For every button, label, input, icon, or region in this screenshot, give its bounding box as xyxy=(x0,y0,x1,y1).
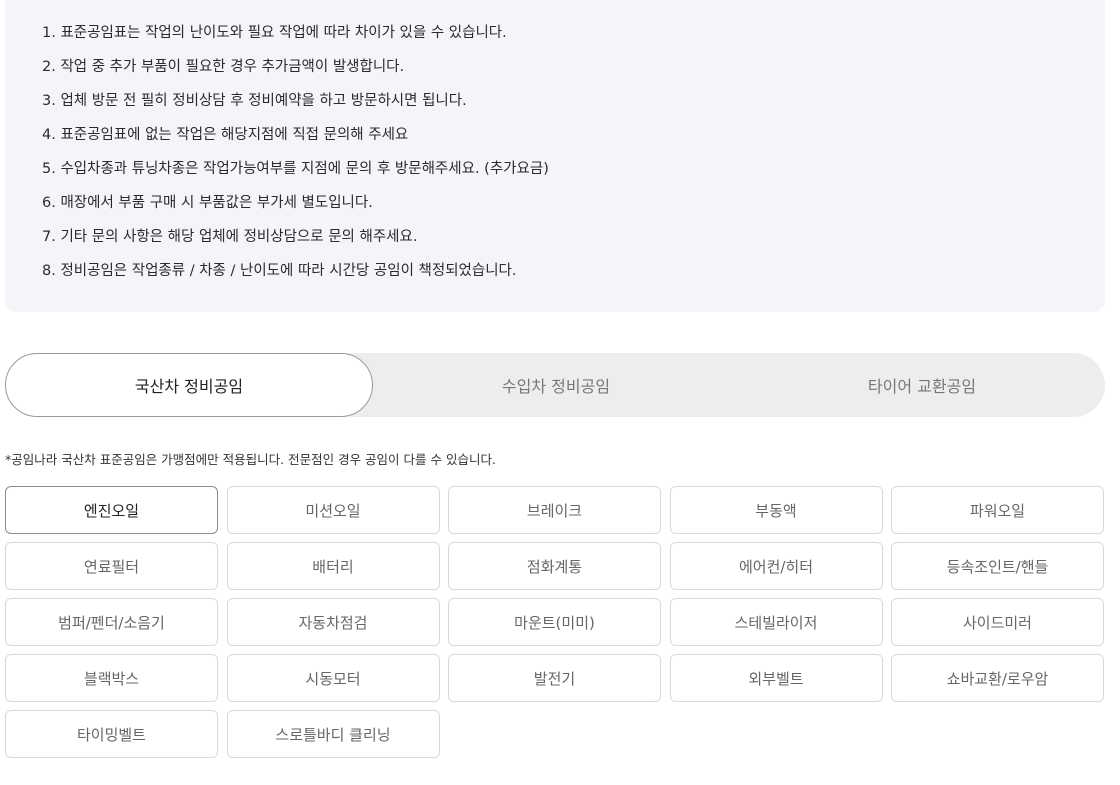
notice-item: 3. 업체 방문 전 필히 정비상담 후 정비예약을 하고 방문하시면 됩니다. xyxy=(42,93,467,109)
category-power-oil[interactable]: 파워오일 xyxy=(891,486,1104,534)
footnote: *공임나라 국산차 표준공임은 가맹점에만 적용됩니다. 전문점인 경우 공임이… xyxy=(5,452,496,467)
category-throttle-body-cleaning[interactable]: 스로틀바디 클리닝 xyxy=(226,710,440,758)
category-stabilizer[interactable]: 스테빌라이저 xyxy=(669,598,883,646)
category-alternator[interactable]: 발전기 xyxy=(448,654,661,702)
category-cv-joint-steering[interactable]: 등속조인트/핸들 xyxy=(891,542,1104,590)
category-aircon-heater[interactable]: 에어컨/히터 xyxy=(669,542,883,590)
category-side-mirror[interactable]: 사이드미러 xyxy=(891,598,1104,646)
notice-item: 1. 표준공임표는 작업의 난이도와 필요 작업에 따라 차이가 있을 수 있습… xyxy=(42,25,507,41)
category-fuel-filter[interactable]: 연료필터 xyxy=(5,542,218,590)
notice-item: 2. 작업 중 추가 부품이 필요한 경우 추가금액이 발생합니다. xyxy=(42,59,405,75)
category-blackbox[interactable]: 블랙박스 xyxy=(5,654,218,702)
category-starter-motor[interactable]: 시동모터 xyxy=(226,654,440,702)
notice-item: 4. 표준공임표에 없는 작업은 해당지점에 직접 문의해 주세요 xyxy=(42,127,409,143)
category-ignition[interactable]: 점화계통 xyxy=(448,542,661,590)
tab-tire[interactable]: 타이어 교환공임 xyxy=(739,353,1105,417)
category-external-belt[interactable]: 외부벨트 xyxy=(669,654,883,702)
category-battery[interactable]: 배터리 xyxy=(226,542,440,590)
notice-list: 1. 표준공임표는 작업의 난이도와 필요 작업에 따라 차이가 있을 수 있습… xyxy=(42,22,549,294)
category-mount[interactable]: 마운트(미미) xyxy=(448,598,661,646)
tab-imported[interactable]: 수입차 정비공임 xyxy=(373,353,739,417)
category-shock-lower-arm[interactable]: 쇼바교환/로우암 xyxy=(891,654,1104,702)
category-brake[interactable]: 브레이크 xyxy=(448,486,661,534)
category-transmission-oil[interactable]: 미션오일 xyxy=(226,486,440,534)
category-grid: 엔진오일 미션오일 브레이크 부동액 파워오일 연료필터 배터리 점화계통 에어… xyxy=(5,486,1105,758)
notice-item: 5. 수입차종과 튜닝차종은 작업가능여부를 지점에 문의 후 방문해주세요. … xyxy=(42,161,549,177)
category-engine-oil[interactable]: 엔진오일 xyxy=(5,486,218,534)
category-bumper-fender-muffler[interactable]: 범퍼/펜더/소음기 xyxy=(5,598,218,646)
notice-item: 7. 기타 문의 사항은 해당 업체에 정비상담으로 문의 해주세요. xyxy=(42,229,418,245)
category-antifreeze[interactable]: 부동액 xyxy=(669,486,883,534)
tab-domestic[interactable]: 국산차 정비공임 xyxy=(5,353,373,417)
notice-item: 8. 정비공임은 작업종류 / 차종 / 난이도에 따라 시간당 공임이 책정되… xyxy=(42,263,517,279)
category-timing-belt[interactable]: 타이밍벨트 xyxy=(5,710,218,758)
notice-item: 6. 매장에서 부품 구매 시 부품값은 부가세 별도입니다. xyxy=(42,195,373,211)
category-car-inspection[interactable]: 자동차점검 xyxy=(226,598,440,646)
tab-bar: 국산차 정비공임 수입차 정비공임 타이어 교환공임 xyxy=(5,353,1105,417)
notice-box: 1. 표준공임표는 작업의 난이도와 필요 작업에 따라 차이가 있을 수 있습… xyxy=(5,0,1105,312)
